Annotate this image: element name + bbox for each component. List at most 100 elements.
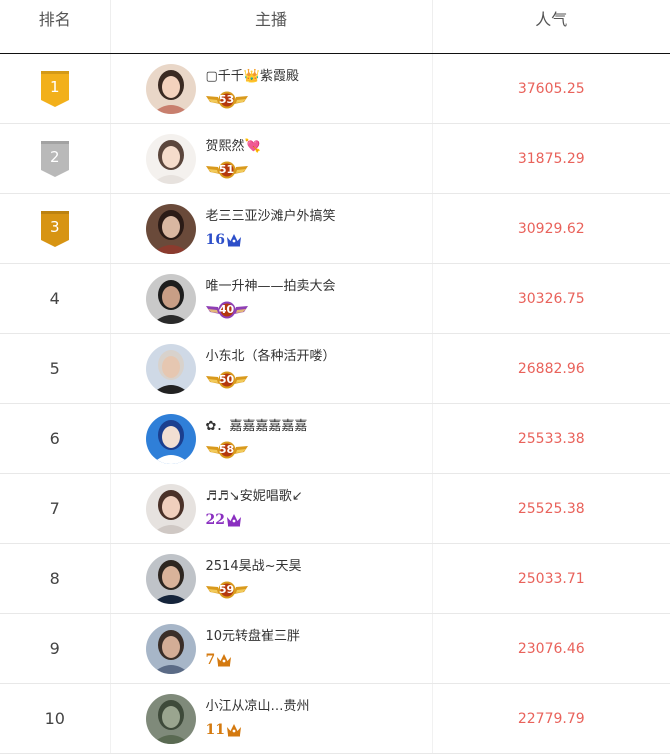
host-name-link[interactable]: 贺熙然💘	[206, 138, 261, 156]
level-wings-badge-icon: 59	[205, 581, 248, 599]
host-cell: ✿．嘉嘉嘉嘉嘉嘉 58	[109, 403, 432, 474]
rank-number: 10	[44, 709, 65, 728]
rank-number: 6	[49, 429, 60, 448]
popularity-value: 31875.29	[431, 123, 670, 194]
avatar[interactable]	[145, 693, 196, 744]
level-crown-badge: 7	[206, 652, 233, 668]
level-wings-badge-icon: 50	[205, 371, 248, 389]
host-name-link[interactable]: ♬♬↘安妮唱歌↙	[206, 488, 303, 506]
avatar[interactable]	[145, 203, 196, 254]
host-info: 2514昊战~天昊 59	[111, 553, 432, 604]
table-row[interactable]: 6 ✿．嘉嘉嘉嘉嘉嘉 58 25533.38	[0, 403, 670, 474]
table-row[interactable]: 5 小东北（各种活开喽） 50 26882.96	[0, 333, 670, 404]
table-row[interactable]: 9 10元转盘崔三胖 7 23076.46	[0, 613, 670, 684]
rank-number: 7	[49, 499, 60, 518]
host-name-link[interactable]: ▢千千👑紫霞殿	[206, 68, 299, 86]
level-number: 59	[218, 582, 235, 596]
header-host[interactable]: 主播	[109, 0, 432, 54]
host-name-link[interactable]: 小东北（各种活开喽）	[206, 348, 336, 366]
host-name-link[interactable]: 唯一升神——拍卖大会	[206, 278, 336, 296]
level-crown-badge: 11	[206, 722, 242, 738]
rank-number: 2	[49, 147, 60, 166]
host-info: ♬♬↘安妮唱歌↙ 22	[111, 483, 432, 534]
level-badge-row: 59	[205, 580, 302, 600]
rank-cell: 8	[0, 543, 110, 614]
host-info: 老三三亚沙滩户外搞笑 16	[111, 203, 432, 254]
host-info: 小江从凉山…贵州 11	[111, 693, 432, 744]
host-cell: 小东北（各种活开喽） 50	[109, 333, 432, 404]
avatar[interactable]	[145, 133, 196, 184]
host-info: 唯一升神——拍卖大会 40	[111, 273, 432, 324]
table-row[interactable]: 7 ♬♬↘安妮唱歌↙ 22 25525.38	[0, 473, 670, 544]
popularity-value: 26882.96	[431, 333, 670, 404]
popularity-value: 25525.38	[431, 473, 670, 544]
host-name-link[interactable]: ✿．嘉嘉嘉嘉嘉嘉	[206, 418, 308, 436]
level-badge-row: 22	[206, 510, 303, 530]
host-text-block: ✿．嘉嘉嘉嘉嘉嘉 58	[205, 418, 308, 460]
level-badge-row: 11	[206, 720, 310, 740]
level-number: 53	[218, 92, 235, 106]
host-text-block: 贺熙然💘 51	[205, 138, 261, 180]
level-number: 40	[218, 302, 235, 316]
popularity-value: 37605.25	[431, 53, 670, 124]
rank-number: 4	[49, 289, 60, 308]
avatar[interactable]	[145, 273, 196, 324]
header-popularity[interactable]: 人气	[431, 0, 670, 54]
level-number: 7	[205, 651, 216, 668]
header-rank[interactable]: 排名	[0, 0, 110, 54]
gold-medal-ribbon-icon: 1	[40, 70, 70, 107]
rank-number: 3	[49, 217, 60, 236]
level-number: 50	[218, 372, 235, 386]
popularity-value: 23076.46	[431, 613, 670, 684]
host-text-block: ▢千千👑紫霞殿 53	[205, 68, 299, 110]
level-wings-badge-icon: 58	[205, 441, 248, 459]
table-row[interactable]: 10 小江从凉山…贵州 11 22779.79	[0, 683, 670, 754]
avatar[interactable]	[145, 413, 196, 464]
level-badge-row: 16	[206, 230, 336, 250]
rank-number: 9	[49, 639, 60, 658]
table-row[interactable]: 3 老三三亚沙滩户外搞笑 16 30929.62	[0, 193, 670, 264]
level-wings-badge-icon: 51	[205, 161, 248, 179]
ranking-rows: 1 ▢千千👑紫霞殿 53 37605.25 2 贺熙然💘 51 31875.29 3…	[0, 53, 670, 754]
popularity-value: 22779.79	[431, 683, 670, 754]
level-badge-row: 50	[205, 370, 336, 390]
popularity-value: 25533.38	[431, 403, 670, 474]
crown-icon	[225, 233, 242, 247]
rank-number: 5	[49, 359, 60, 378]
host-cell: 小江从凉山…贵州 11	[109, 683, 432, 754]
table-row[interactable]: 1 ▢千千👑紫霞殿 53 37605.25	[0, 53, 670, 124]
host-cell: 老三三亚沙滩户外搞笑 16	[109, 193, 432, 264]
avatar[interactable]	[145, 623, 196, 674]
level-badge-row: 51	[205, 160, 261, 180]
table-row[interactable]: 4 唯一升神——拍卖大会 40 30326.75	[0, 263, 670, 334]
crown-icon	[215, 653, 232, 667]
host-name-link[interactable]: 老三三亚沙滩户外搞笑	[206, 208, 336, 226]
ranking-table: 排名 主播 人气 1 ▢千千👑紫霞殿 53 37605.25 2 贺熙然💘 51 3…	[0, 0, 670, 754]
avatar[interactable]	[145, 63, 196, 114]
rank-cell: 10	[0, 683, 110, 754]
avatar[interactable]	[145, 343, 196, 394]
level-number: 16	[205, 231, 225, 248]
host-info: ✿．嘉嘉嘉嘉嘉嘉 58	[111, 413, 432, 464]
host-text-block: 10元转盘崔三胖 7	[206, 628, 301, 670]
rank-cell: 5	[0, 333, 110, 404]
table-row[interactable]: 8 2514昊战~天昊 59 25033.71	[0, 543, 670, 614]
silver-medal-ribbon-icon: 2	[40, 140, 70, 177]
avatar[interactable]	[145, 553, 196, 604]
host-info: 贺熙然💘 51	[111, 133, 432, 184]
host-name-link[interactable]: 10元转盘崔三胖	[206, 628, 301, 646]
level-number: 51	[218, 162, 235, 176]
host-info: 小东北（各种活开喽） 50	[111, 343, 432, 394]
host-cell: 贺熙然💘 51	[109, 123, 432, 194]
host-name-link[interactable]: 小江从凉山…贵州	[206, 698, 310, 716]
level-crown-badge: 22	[206, 512, 242, 528]
host-name-link[interactable]: 2514昊战~天昊	[206, 558, 302, 576]
level-crown-badge: 16	[206, 232, 242, 248]
level-number: 58	[218, 442, 235, 456]
table-row[interactable]: 2 贺熙然💘 51 31875.29	[0, 123, 670, 194]
avatar[interactable]	[145, 483, 196, 534]
level-badge-row: 53	[205, 90, 299, 110]
host-cell: ▢千千👑紫霞殿 53	[109, 53, 432, 124]
table-header: 排名 主播 人气	[0, 0, 670, 54]
level-number: 11	[205, 721, 225, 738]
